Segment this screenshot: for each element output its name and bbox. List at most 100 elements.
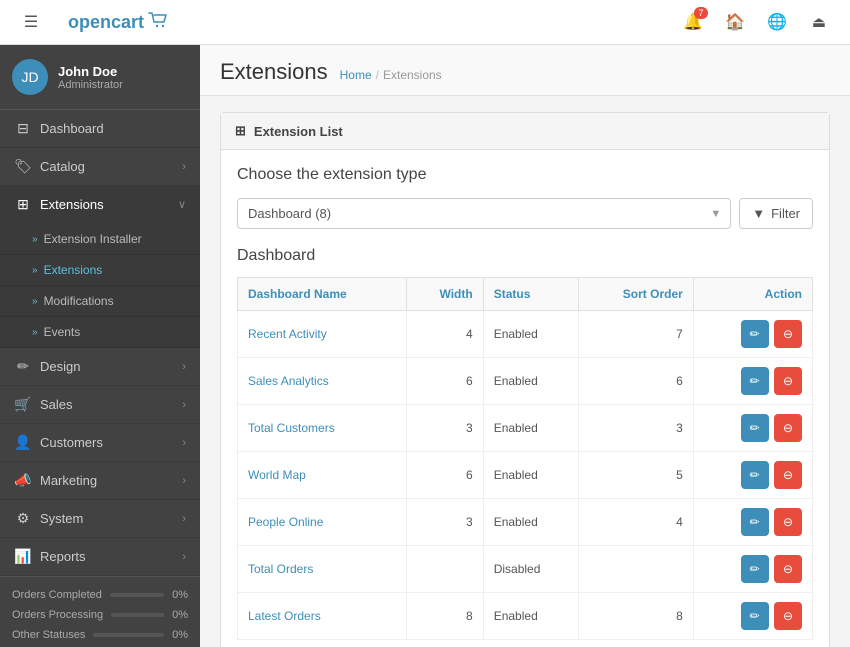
globe-button[interactable]: 🌐 — [758, 3, 796, 41]
power-icon: ⏏ — [812, 13, 826, 31]
sidebar-item-label: Sales — [40, 397, 174, 412]
chevron-right-icon: › — [182, 161, 186, 173]
profile-name: John Doe — [58, 64, 123, 79]
cell-width: 3 — [407, 405, 484, 452]
table-row: People Online 3 Enabled 4 ✏ ⊖ — [238, 499, 813, 546]
col-header-width: Width — [407, 278, 484, 311]
navbar-brand: ☰ opencart — [12, 3, 674, 41]
sidebar-status-panel: Orders Completed 0% Orders Processing 0%… — [0, 576, 200, 647]
status-label: Orders Processing — [12, 609, 103, 621]
sidebar-item-customers[interactable]: 👤 Customers › — [0, 424, 200, 462]
delete-button[interactable]: ⊖ — [774, 367, 802, 395]
delete-button[interactable]: ⊖ — [774, 555, 802, 583]
filter-button[interactable]: ▼ Filter — [739, 198, 813, 229]
cell-sort-order: 6 — [579, 358, 693, 405]
edit-button[interactable]: ✏ — [741, 508, 769, 536]
sidebar-item-reports[interactable]: 📊 Reports › — [0, 538, 200, 576]
table-row: Total Orders Disabled ✏ ⊖ — [238, 546, 813, 593]
chevron-right-icon: › — [182, 437, 186, 449]
sidebar-item-label: Marketing — [40, 473, 174, 488]
panel-heading: ⊞ Extension List — [221, 113, 829, 150]
sidebar-item-catalog[interactable]: 🏷 Catalog › — [0, 148, 200, 186]
status-item-other-statuses: Other Statuses 0% — [0, 625, 200, 645]
chevron-right-icon: › — [182, 475, 186, 487]
sidebar-subitem-events[interactable]: » Events — [0, 317, 200, 348]
cell-action: ✏ ⊖ — [693, 311, 812, 358]
cell-name: Sales Analytics — [238, 358, 407, 405]
system-icon: ⚙ — [14, 510, 32, 527]
sidebar-item-label: Dashboard — [40, 121, 186, 136]
sidebar-subitem-extensions[interactable]: » Extensions — [0, 255, 200, 286]
chevron-right-icon: › — [182, 513, 186, 525]
status-bar — [110, 593, 164, 597]
section-title: Dashboard — [237, 247, 813, 265]
cell-action: ✏ ⊖ — [693, 593, 812, 640]
table-row: Sales Analytics 6 Enabled 6 ✏ ⊖ — [238, 358, 813, 405]
sidebar-item-system[interactable]: ⚙ System › — [0, 500, 200, 538]
breadcrumb-home-link[interactable]: Home — [340, 68, 372, 82]
home-button[interactable]: 🏠 — [716, 3, 754, 41]
filter-row: Dashboard (8) ▼ ▼ Filter — [237, 198, 813, 229]
subitem-label: Extensions — [44, 263, 103, 277]
cell-status: Enabled — [483, 499, 579, 546]
main-content: Extensions Home / Extensions ⊞ Extension… — [200, 45, 850, 647]
delete-button[interactable]: ⊖ — [774, 414, 802, 442]
status-bar — [111, 613, 164, 617]
cell-name: Recent Activity — [238, 311, 407, 358]
edit-button[interactable]: ✏ — [741, 414, 769, 442]
cell-sort-order: 7 — [579, 311, 693, 358]
cell-status: Enabled — [483, 593, 579, 640]
marketing-icon: 📣 — [14, 472, 32, 489]
cell-status: Enabled — [483, 358, 579, 405]
cell-name: Total Customers — [238, 405, 407, 452]
status-label: Orders Completed — [12, 589, 102, 601]
cell-name: People Online — [238, 499, 407, 546]
delete-button[interactable]: ⊖ — [774, 461, 802, 489]
delete-button[interactable]: ⊖ — [774, 508, 802, 536]
sidebar-subitem-extension-installer[interactable]: » Extension Installer — [0, 224, 200, 255]
notifications-button[interactable]: 🔔 7 — [674, 3, 712, 41]
table-row: World Map 6 Enabled 5 ✏ ⊖ — [238, 452, 813, 499]
logo: opencart — [68, 11, 170, 34]
edit-button[interactable]: ✏ — [741, 555, 769, 583]
edit-button[interactable]: ✏ — [741, 602, 769, 630]
status-pct: 0% — [172, 629, 188, 641]
hamburger-button[interactable]: ☰ — [12, 3, 50, 41]
status-pct: 0% — [172, 589, 188, 601]
cell-width: 6 — [407, 358, 484, 405]
sidebar-subitem-modifications[interactable]: » Modifications — [0, 286, 200, 317]
cell-width — [407, 546, 484, 593]
sidebar-item-label: Reports — [40, 549, 174, 564]
extension-type-select[interactable]: Dashboard (8) — [237, 198, 731, 229]
sidebar-item-design[interactable]: ✏ Design › — [0, 348, 200, 386]
reports-icon: 📊 — [14, 548, 32, 565]
extensions-icon: ⊞ — [14, 196, 32, 213]
filter-icon: ▼ — [752, 206, 765, 221]
sidebar-item-marketing[interactable]: 📣 Marketing › — [0, 462, 200, 500]
sidebar-item-label: System — [40, 511, 174, 526]
customers-icon: 👤 — [14, 434, 32, 451]
extension-type-select-wrap: Dashboard (8) ▼ — [237, 198, 731, 229]
power-button[interactable]: ⏏ — [800, 3, 838, 41]
table-header-row: Dashboard Name Width Status Sort Order A… — [238, 278, 813, 311]
sub-arrow-icon: » — [32, 265, 38, 276]
chevron-right-icon: › — [182, 361, 186, 373]
cell-action: ✏ ⊖ — [693, 452, 812, 499]
delete-button[interactable]: ⊖ — [774, 602, 802, 630]
table-row: Total Customers 3 Enabled 3 ✏ ⊖ — [238, 405, 813, 452]
delete-button[interactable]: ⊖ — [774, 320, 802, 348]
sidebar-item-label: Catalog — [40, 159, 174, 174]
edit-button[interactable]: ✏ — [741, 367, 769, 395]
edit-button[interactable]: ✏ — [741, 461, 769, 489]
sub-arrow-icon: » — [32, 327, 38, 338]
edit-button[interactable]: ✏ — [741, 320, 769, 348]
globe-icon: 🌐 — [767, 12, 787, 32]
sidebar-item-extensions[interactable]: ⊞ Extensions ∨ — [0, 186, 200, 224]
extensions-submenu: » Extension Installer » Extensions » Mod… — [0, 224, 200, 348]
cell-status: Enabled — [483, 311, 579, 358]
sidebar-item-dashboard[interactable]: ⊟ Dashboard — [0, 110, 200, 148]
sidebar-item-sales[interactable]: 🛒 Sales › — [0, 386, 200, 424]
panel-heading-text: Extension List — [254, 124, 343, 139]
sales-icon: 🛒 — [14, 396, 32, 413]
navbar: ☰ opencart 🔔 7 🏠 🌐 ⏏ — [0, 0, 850, 45]
